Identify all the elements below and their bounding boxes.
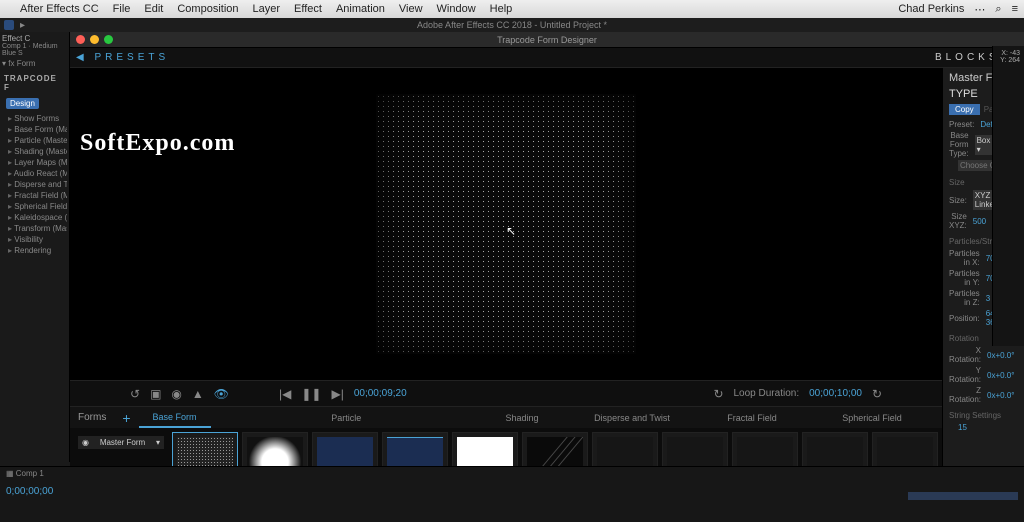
cursor-icon: ↖ — [506, 224, 516, 238]
tree-item[interactable]: Rendering — [2, 245, 67, 256]
menu-effect[interactable]: Effect — [294, 3, 322, 15]
effect-tree: Show FormsBase Form (Master)Particle (Ma… — [2, 113, 67, 256]
camera-icon[interactable]: ▣ — [150, 387, 161, 401]
tree-item[interactable]: Audio React (Mast — [2, 168, 67, 179]
timeline-comp-tab[interactable]: ▦ Comp 1 — [6, 469, 44, 478]
search-icon[interactable]: ⌕ — [995, 3, 1001, 16]
pz-label: Particles in Z: — [949, 289, 986, 307]
info-panel: X: -43 Y: 264 — [992, 46, 1024, 346]
yr-label: Y Rotation: — [949, 366, 987, 384]
pause-icon[interactable]: ❚❚ — [301, 387, 321, 401]
section-disperse[interactable]: Disperse and Twist — [562, 413, 702, 423]
designer-window-title: Trapcode Form Designer — [70, 35, 1024, 45]
designer-header: ◀ PRESETS BLOCKS ◀ — [70, 48, 1024, 68]
timeline-panel: ▦ Comp 1 0;00;00;00 — [0, 466, 1024, 522]
menu-extra-icon[interactable]: ⋯ — [974, 3, 985, 16]
watermark-text: SoftExpo.com — [80, 130, 235, 157]
effect-controls-panel: Effect C Comp 1 · Medium Blue S ▾ fx For… — [0, 32, 70, 462]
pos-label: Position: — [949, 314, 986, 323]
next-frame-icon[interactable]: ▶| — [331, 387, 343, 401]
transport-bar: ↺ ▣ ◉ ▲ 👁 |◀ ❚❚ ▶| 00;00;09;20 ↻ Loop Du… — [70, 380, 942, 406]
sizexyz-label: Size XYZ: — [949, 212, 973, 230]
home-icon[interactable] — [4, 20, 14, 30]
presets-tab[interactable]: ◀ PRESETS — [76, 52, 169, 63]
menu-layer[interactable]: Layer — [253, 3, 281, 15]
menu-animation[interactable]: Animation — [336, 3, 385, 15]
yr-value[interactable]: 0x+0.0° — [987, 371, 1018, 380]
size-label: Size: — [949, 196, 973, 205]
tree-item[interactable]: Spherical Field (M — [2, 201, 67, 212]
py-label: Particles in Y: — [949, 269, 986, 287]
loop-duration[interactable]: 00;00;10;00 — [809, 388, 862, 399]
tree-item[interactable]: Shading (Master) — [2, 146, 67, 157]
tree-item[interactable]: Transform (Master — [2, 223, 67, 234]
tree-item[interactable]: Show Forms — [2, 113, 67, 124]
tree-item[interactable]: Kaleidospace (Ma — [2, 212, 67, 223]
section-particle[interactable]: Particle — [211, 413, 482, 423]
app-name[interactable]: After Effects CC — [20, 3, 99, 15]
selection-tool-icon[interactable]: ▸ — [20, 20, 25, 31]
xr-value[interactable]: 0x+0.0° — [987, 351, 1018, 360]
timeline-timecode[interactable]: 0;00;00;00 — [0, 480, 1024, 503]
timeline-track[interactable] — [908, 492, 1018, 500]
copy-button[interactable]: Copy — [949, 104, 980, 115]
prev-frame-icon[interactable]: |◀ — [279, 387, 291, 401]
eye-toggle-icon[interactable]: ◉ — [82, 438, 89, 447]
preview-canvas[interactable]: ↖ — [70, 68, 942, 380]
tree-item[interactable]: Base Form (Master) — [2, 124, 67, 135]
effect-controls-tab[interactable]: Effect C — [2, 34, 67, 43]
fx-form-row[interactable]: ▾ fx Form — [2, 57, 67, 70]
eye-icon[interactable]: 👁 — [214, 387, 229, 401]
section-shading[interactable]: Shading — [482, 413, 562, 423]
loop-label: Loop Duration: — [734, 388, 800, 399]
comp-name: Comp 1 · Medium Blue S — [2, 43, 67, 57]
master-form-dropdown[interactable]: ◉ Master Form ▾ — [78, 436, 164, 449]
xr-label: X Rotation: — [949, 346, 987, 364]
menu-file[interactable]: File — [113, 3, 131, 15]
master-form-label: Master Form — [100, 438, 145, 447]
tree-item[interactable]: Fractal Field (Mas — [2, 190, 67, 201]
zr-label: Z Rotation: — [949, 386, 987, 404]
ae-toolbar: ▸ — [0, 18, 1024, 32]
centroid-icon[interactable]: ◉ — [171, 387, 181, 401]
menu-window[interactable]: Window — [437, 3, 476, 15]
forms-label: Forms — [70, 412, 114, 423]
designer-titlebar: Trapcode Form Designer — [70, 32, 1024, 48]
designer-window: ◀ PRESETS BLOCKS ◀ ↖ ↺ ▣ ◉ ▲ 👁 |◀ ❚❚ ▶| … — [70, 48, 1024, 522]
section-spherical[interactable]: Spherical Field — [802, 413, 942, 423]
density-value[interactable]: 15 — [958, 423, 1018, 432]
info-y: Y: 264 — [997, 57, 1020, 64]
undo-icon[interactable]: ↺ — [130, 387, 140, 401]
mac-menubar: After Effects CC File Edit Composition L… — [0, 0, 1024, 18]
chevron-down-icon[interactable]: ▾ — [156, 438, 160, 447]
string-settings-heading: String Settings — [949, 411, 1018, 420]
menu-view[interactable]: View — [399, 3, 423, 15]
cone-icon[interactable]: ▲ — [192, 387, 204, 401]
px-label: Particles in X: — [949, 249, 986, 267]
refresh-icon[interactable]: ↻ — [872, 387, 882, 401]
section-fractal[interactable]: Fractal Field — [702, 413, 802, 423]
menu-edit[interactable]: Edit — [144, 3, 163, 15]
zr-value[interactable]: 0x+0.0° — [987, 391, 1018, 400]
base-form-type-label: Base Form Type: — [949, 131, 975, 158]
tree-item[interactable]: Particle (Master) — [2, 135, 67, 146]
tree-item[interactable]: Layer Maps (Mast — [2, 157, 67, 168]
loop-icon[interactable]: ↻ — [713, 387, 723, 401]
user-name[interactable]: Chad Perkins — [898, 3, 964, 15]
tab-base-form[interactable]: Base Form — [139, 408, 211, 428]
preset-label: Preset: — [949, 120, 980, 129]
trapcode-heading: TRAPCODE F — [2, 70, 67, 96]
forms-category-bar: Forms + Base Form Particle Shading Dispe… — [70, 406, 942, 428]
add-form-button[interactable]: + — [114, 410, 138, 426]
menu-help[interactable]: Help — [490, 3, 513, 15]
design-button[interactable]: Design — [6, 98, 39, 109]
timecode[interactable]: 00;00;09;20 — [354, 388, 407, 399]
menu-composition[interactable]: Composition — [177, 3, 238, 15]
tree-item[interactable]: Disperse and Twi — [2, 179, 67, 190]
tree-item[interactable]: Visibility — [2, 234, 67, 245]
menu-list-icon[interactable]: ≡ — [1012, 3, 1018, 15]
info-x: X: -43 — [997, 50, 1020, 57]
